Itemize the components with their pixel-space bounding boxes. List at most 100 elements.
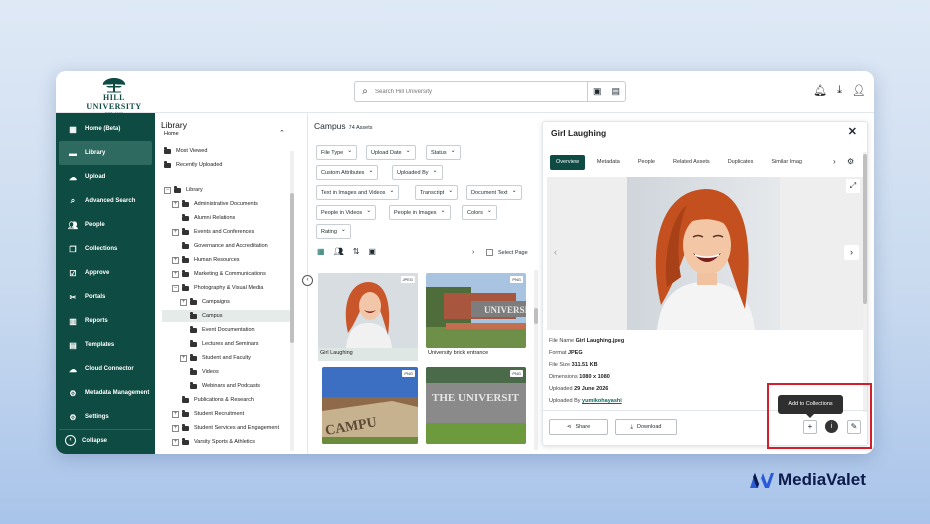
preview-toggle-icon[interactable]: ▣ — [368, 247, 376, 256]
expand-toggle-icon[interactable]: + — [172, 410, 179, 418]
tree-item[interactable]: + Events and Conferences — [172, 226, 254, 238]
sort-icon[interactable]: ⇅ — [353, 247, 360, 256]
sidebar-item-people[interactable]: 👥︎ People — [59, 213, 152, 237]
tree-item[interactable]: + Human Resources — [172, 254, 240, 266]
tree-item[interactable]: Governance and Accreditation — [182, 240, 268, 252]
collapse-button[interactable]: ‹ Collapse — [59, 429, 152, 451]
tree-item[interactable]: + Administrative Documents — [172, 198, 258, 210]
sidebar-item-advanced-search[interactable]: ⌕ Advanced Search — [59, 189, 152, 213]
collapse-tree-button[interactable]: ‹ — [302, 275, 313, 286]
sidebar-item-label: Upload — [85, 174, 106, 180]
filter-file-type[interactable]: File Type — [316, 145, 358, 160]
expand-toggle-icon[interactable]: + — [172, 256, 179, 264]
expand-toggle-icon[interactable]: + — [172, 200, 179, 208]
format-badge: PNG — [510, 370, 523, 377]
expand-toggle-icon[interactable]: + — [172, 424, 179, 432]
tree-item[interactable]: Recently Uploaded — [164, 159, 222, 171]
chevron-right-icon[interactable]: › — [844, 245, 859, 260]
people-view-icon[interactable]: 👥︎ — [334, 247, 344, 256]
sidebar-item-upload[interactable]: ☁ Upload — [59, 165, 152, 189]
expand-toggle-icon[interactable]: + — [180, 298, 187, 306]
sidebar-item-metadata-management[interactable]: ⚙ Metadata Management — [59, 381, 152, 405]
chevron-up-icon[interactable]: ⌃ — [279, 129, 285, 137]
tree-item[interactable]: − Photography & Visual Media — [172, 282, 263, 294]
tab-people[interactable]: People — [632, 155, 661, 170]
sidebar-item-home[interactable]: ▦ Home (Beta) — [59, 117, 152, 141]
details-scrollbar[interactable] — [863, 152, 867, 412]
sidebar-item-settings[interactable]: ⚙ Settings — [59, 405, 152, 429]
tree-item[interactable]: Webinars and Podcasts — [190, 380, 260, 392]
tree-item[interactable]: + Varsity Sports & Athletics — [172, 436, 255, 448]
expand-toggle-icon[interactable]: + — [172, 228, 179, 236]
gear-icon[interactable]: ⚙ — [847, 157, 854, 166]
visual-search-icon[interactable]: ▤ — [611, 86, 620, 97]
collapse-toggle-icon[interactable]: − — [164, 186, 171, 194]
tree-item[interactable]: Most Viewed — [164, 145, 207, 157]
chevron-left-icon[interactable]: ‹ — [554, 247, 557, 257]
download-button[interactable]: ⤓ Download — [615, 419, 677, 435]
tree-item[interactable]: Event Documentation — [190, 324, 255, 336]
tree-item-label: Campus — [202, 313, 223, 319]
sidebar-item-reports[interactable]: ▥ Reports — [59, 309, 152, 333]
tree-item[interactable]: + Student Services and Engagement — [172, 422, 279, 434]
filter-status[interactable]: Status — [426, 145, 461, 160]
asset-card[interactable]: CAMPU PNG — [322, 367, 418, 447]
tree-item-selected[interactable]: Campus — [162, 310, 290, 322]
tree-item[interactable]: Lectures and Seminars — [190, 338, 259, 350]
tree-item[interactable]: − Library — [164, 184, 203, 196]
download-icon[interactable]: ⤓ — [837, 84, 842, 97]
library-home[interactable]: Home — [164, 131, 179, 137]
university-logo[interactable]: HILL UNIVERSITY EST. 1986 — [78, 75, 150, 116]
tab-overview[interactable]: Overview — [550, 155, 585, 170]
tab-duplicates[interactable]: Duplicates — [722, 155, 760, 170]
tab-related-assets[interactable]: Related Assets — [667, 155, 716, 170]
user-icon[interactable]: 👤︎ — [852, 84, 866, 97]
asset-card[interactable]: UNIVERSI PNG University brick entrance — [426, 273, 526, 361]
tree-item[interactable]: + Student and Faculty — [180, 352, 251, 364]
search-input[interactable] — [375, 88, 587, 95]
filter-custom-attributes[interactable]: Custom Attributes — [316, 165, 379, 180]
sidebar-item-approve[interactable]: ☑ Approve — [59, 261, 152, 285]
library-scrollbar[interactable] — [290, 151, 294, 451]
assets-scrollbar[interactable] — [534, 270, 538, 450]
sidebar-item-collections[interactable]: ❐ Collections — [59, 237, 152, 261]
uploader-link[interactable]: yumikohayashi — [582, 398, 622, 404]
sidebar-item-templates[interactable]: ▤ Templates — [59, 333, 152, 357]
asset-card[interactable]: THE UNIVERSIT PNG — [426, 367, 526, 447]
select-page-checkbox[interactable]: Select Page — [486, 249, 528, 256]
tab-metadata[interactable]: Metadata — [591, 155, 626, 170]
chevron-right-icon[interactable]: › — [472, 249, 474, 256]
tree-item[interactable]: Alumni Relations — [182, 212, 235, 224]
filter-rating[interactable]: Rating — [316, 224, 351, 239]
filter-document-text[interactable]: Document Text — [466, 185, 522, 200]
filter-upload-date[interactable]: Upload Date — [366, 145, 416, 160]
filter-people-in-images[interactable]: People in Images — [389, 205, 451, 220]
filter-text-in-images[interactable]: Text in Images and Videos — [316, 185, 400, 200]
tree-item[interactable]: + Campaigns — [180, 296, 230, 308]
filter-people-in-videos[interactable]: People in Videos — [316, 205, 377, 220]
sidebar-item-portals[interactable]: ✂ Portals — [59, 285, 152, 309]
share-button[interactable]: ⋖ Share — [549, 419, 608, 435]
grid-view-icon[interactable]: ▦ — [317, 247, 325, 256]
asset-card[interactable]: JPEG Girl Laughing — [318, 273, 418, 361]
filter-uploaded-by[interactable]: Uploaded By — [392, 165, 443, 180]
tree-item[interactable]: + Student Recruitment — [172, 408, 244, 420]
expand-toggle-icon[interactable]: + — [172, 270, 179, 278]
chevron-right-icon[interactable]: › — [833, 157, 836, 166]
tree-item[interactable]: Videos — [190, 366, 219, 378]
filter-transcript[interactable]: Transcript — [415, 185, 459, 200]
tree-item[interactable]: Publications & Research — [182, 394, 254, 406]
tree-item[interactable]: + Marketing & Communications — [172, 268, 266, 280]
filter-colors[interactable]: Colors — [462, 205, 497, 220]
collapse-toggle-icon[interactable]: − — [172, 284, 179, 292]
bell-icon[interactable]: 🔔︎ — [813, 84, 827, 97]
sidebar-item-cloud-connector[interactable]: ☁ Cloud Connector — [59, 357, 152, 381]
close-icon[interactable]: ✕ — [848, 125, 857, 138]
search-bar[interactable]: ⌕ ▣ ▤ — [354, 81, 626, 102]
image-search-icon[interactable]: ▣ — [593, 86, 602, 97]
expand-toggle-icon[interactable]: + — [172, 438, 179, 446]
expand-toggle-icon[interactable]: + — [180, 354, 187, 362]
tab-similar-images[interactable]: Similar Imag — [765, 155, 808, 170]
expand-icon[interactable]: ⤢ — [846, 179, 860, 193]
sidebar-item-library[interactable]: ▬ Library — [59, 141, 152, 165]
